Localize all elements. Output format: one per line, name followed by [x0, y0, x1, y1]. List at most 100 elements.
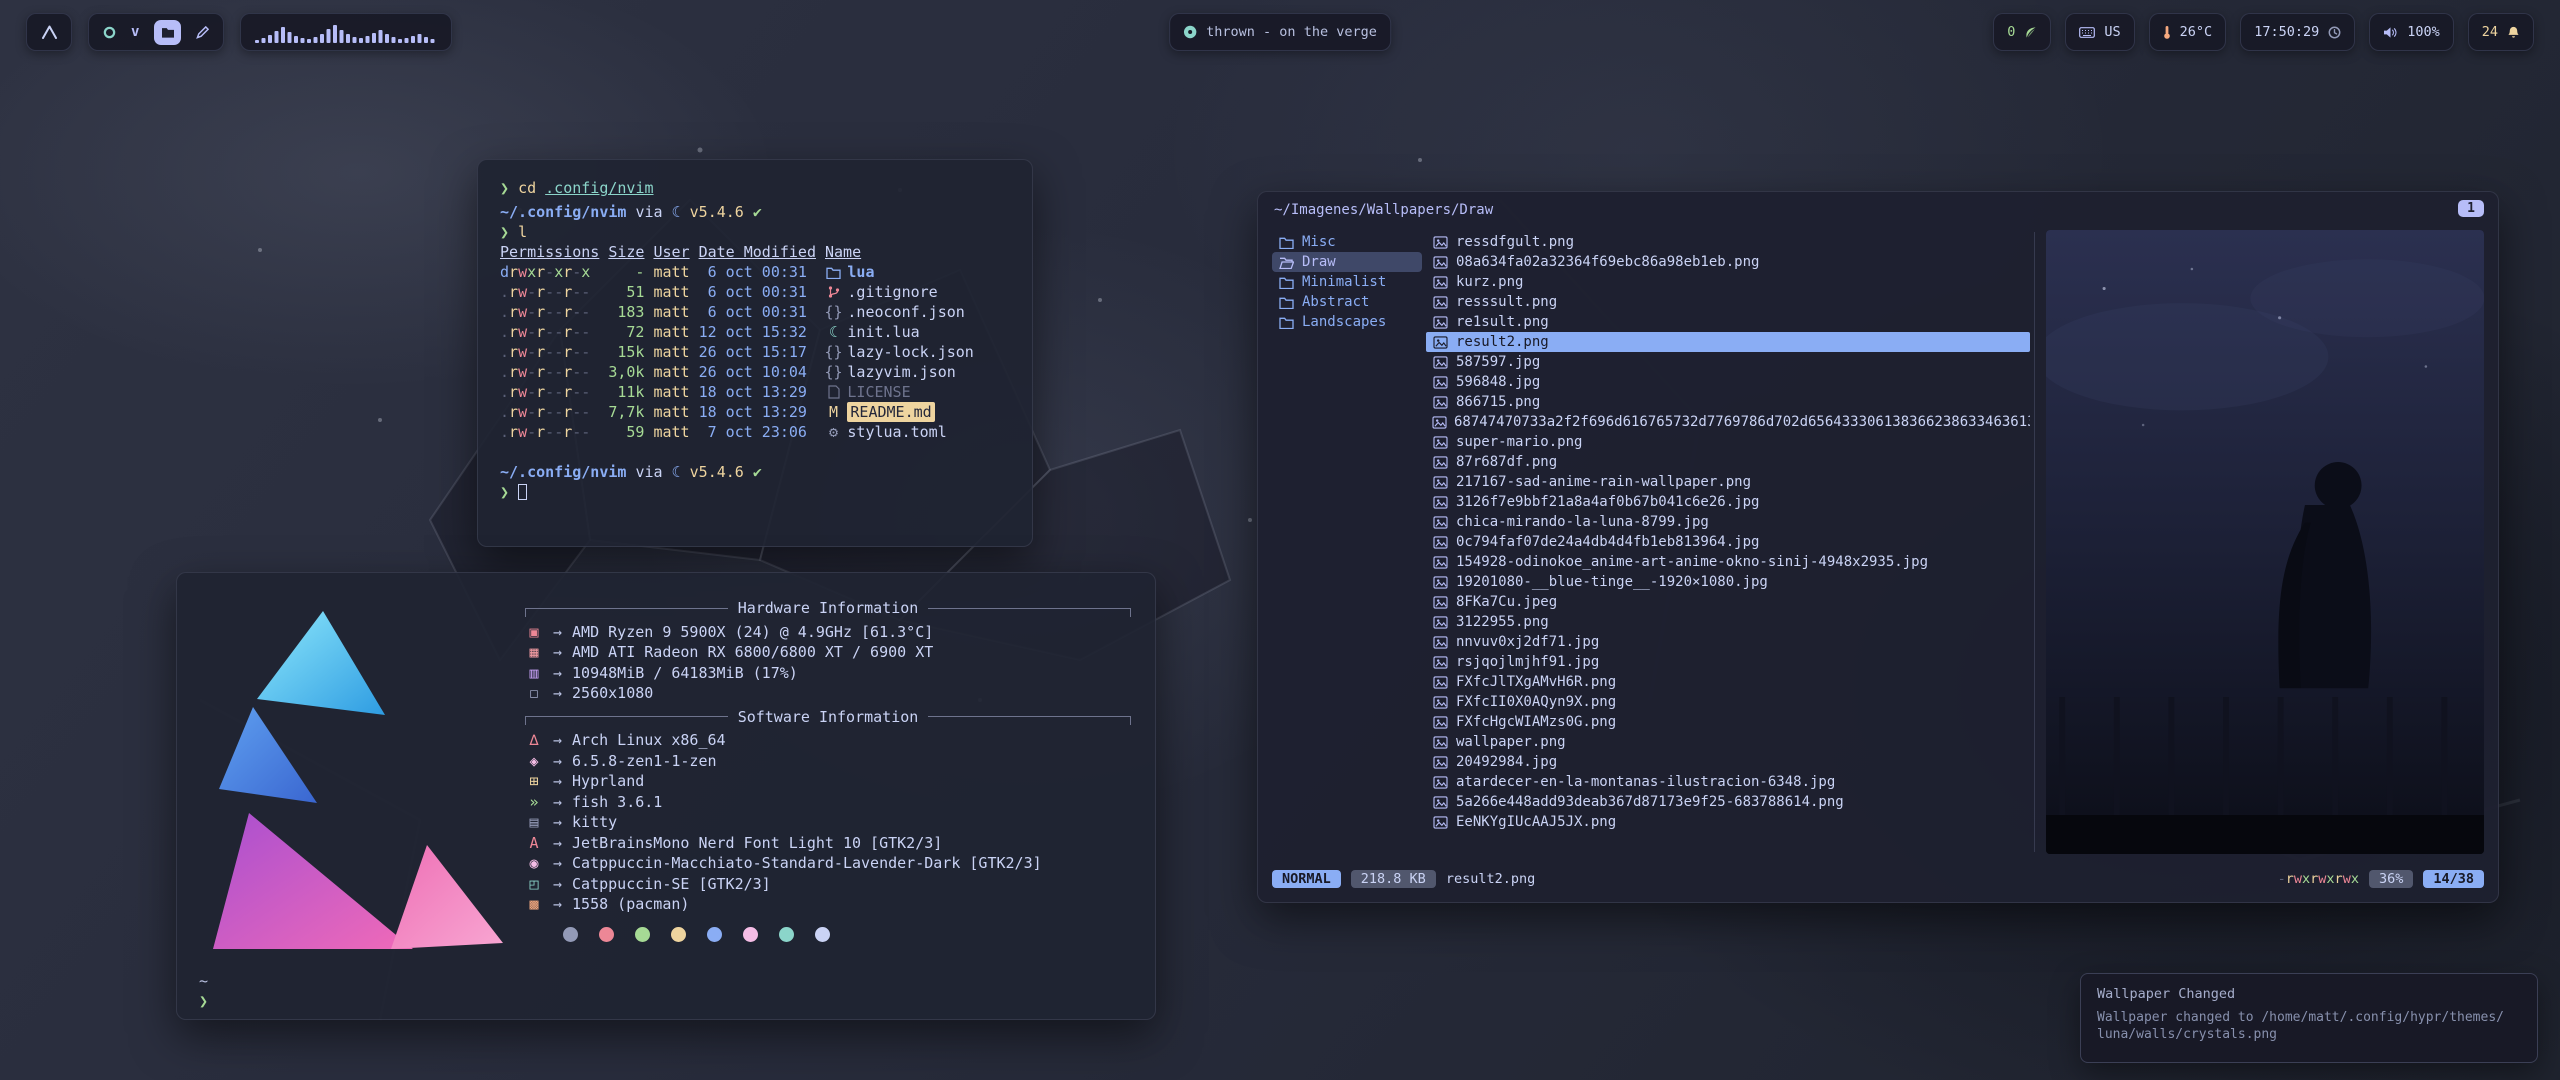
tab-indicator[interactable]: 1: [2458, 200, 2484, 217]
file-item[interactable]: 3122955.png: [1426, 612, 2030, 632]
file-name: re1sult.png: [1456, 314, 1549, 330]
file-item[interactable]: EeNKYgIUcAAJ5JX.png: [1426, 812, 2030, 832]
media-widget[interactable]: thrown - on the verge: [1169, 13, 1391, 51]
file-name: 596848.jpg: [1456, 374, 1540, 390]
file-item[interactable]: 19201080-__blue-tinge__-1920×1080.jpg: [1426, 572, 2030, 592]
shell-prompt: ~ ❯: [199, 971, 208, 1011]
fetch-terminal-window[interactable]: Hardware Information ▣→AMD Ryzen 9 5900X…: [176, 572, 1156, 1020]
notification-popup[interactable]: Wallpaper Changed Wallpaper changed to /…: [2080, 973, 2538, 1063]
palette-dot: [743, 927, 758, 942]
workspace-4[interactable]: [196, 26, 209, 39]
file-name: nnvuv0xj2df71.jpg: [1456, 634, 1599, 650]
via-label: via: [635, 203, 662, 221]
arrow-icon: →: [553, 683, 562, 704]
folder-icon: [825, 266, 842, 279]
image-preview: [2046, 230, 2484, 854]
file-item[interactable]: FXfcII0X0AQyn9X.png: [1426, 692, 2030, 712]
sidebar-folder-minimalist[interactable]: Minimalist: [1272, 272, 1422, 292]
moon-icon: ☾: [825, 322, 842, 342]
gpu-icon: ▦: [525, 642, 543, 663]
file-name: .neoconf.json: [847, 302, 964, 322]
file-item[interactable]: 587597.jpg: [1426, 352, 2030, 372]
image-icon: [1432, 796, 1449, 809]
distro-logo: [205, 607, 505, 952]
file-item[interactable]: resssult.png: [1426, 292, 2030, 312]
hardware-section-title: Hardware Information: [525, 598, 1131, 619]
fetch-line: ∆→Arch Linux x86_64: [525, 730, 1131, 751]
file-item[interactable]: 87r687df.png: [1426, 452, 2030, 472]
palette-dot: [707, 927, 722, 942]
prompt-icon: ❯: [500, 223, 509, 241]
file-item[interactable]: nnvuv0xj2df71.jpg: [1426, 632, 2030, 652]
file-item[interactable]: 20492984.jpg: [1426, 752, 2030, 772]
file-item[interactable]: 154928-odinokoe_anime-art-anime-okno-sin…: [1426, 552, 2030, 572]
file-item[interactable]: 68747470733a2f2f696d616765732d7769786d70…: [1426, 412, 2030, 432]
listing-row: .rw-r--r-- 183matt 6 oct 00:31{}.neoconf…: [500, 302, 1010, 322]
terminal-window[interactable]: ❯ cd .config/nvim ~/.config/nvim via ☾ v…: [477, 159, 1033, 547]
braces-icon: {}: [825, 362, 842, 382]
file-item[interactable]: FXfcHgcWIAMzs0G.png: [1426, 712, 2030, 732]
fetch-value: 10948MiB / 64183MiB (17%): [572, 663, 798, 684]
shell-icon: »: [525, 792, 543, 813]
file-item[interactable]: kurz.png: [1426, 272, 2030, 292]
workspace-3-active[interactable]: [154, 20, 181, 45]
file-item[interactable]: wallpaper.png: [1426, 732, 2030, 752]
clock-widget[interactable]: 17:50:29: [2240, 13, 2355, 51]
arrow-icon: →: [553, 894, 562, 915]
file-item[interactable]: 3126f7e9bbf21a8a4af0b67b041c6e26.jpg: [1426, 492, 2030, 512]
software-section-title: Software Information: [525, 707, 1131, 728]
arrow-icon: →: [553, 622, 562, 643]
fetch-line: ◻→2560x1080: [525, 683, 1131, 704]
file-item[interactable]: 5a266e448add93deab367d87173e9f25-6837886…: [1426, 792, 2030, 812]
file-item[interactable]: atardecer-en-la-montanas-ilustracion-634…: [1426, 772, 2030, 792]
braces-icon: {}: [825, 302, 842, 322]
file-item[interactable]: chica-mirando-la-luna-8799.jpg: [1426, 512, 2030, 532]
file-name: 217167-sad-anime-rain-wallpaper.png: [1456, 474, 1751, 490]
palette-dot: [599, 927, 614, 942]
file-name: FXfcJlTXgAMvH6R.png: [1456, 674, 1616, 690]
notifications-widget[interactable]: 24: [2468, 13, 2534, 51]
cwd-tilde: ~: [199, 971, 208, 991]
memory-icon: ▥: [525, 663, 543, 684]
file-item[interactable]: 08a634fa02a32364f69ebc86a98eb1eb.png: [1426, 252, 2030, 272]
file-item[interactable]: ressdfgult.png: [1426, 232, 2030, 252]
keyboard-layout-widget[interactable]: US: [2065, 13, 2134, 51]
arrow-icon: →: [553, 730, 562, 751]
pencil-icon: [196, 26, 209, 39]
file-item[interactable]: 866715.png: [1426, 392, 2030, 412]
file-item[interactable]: rsjqojlmjhf91.jpg: [1426, 652, 2030, 672]
file-item[interactable]: 596848.jpg: [1426, 372, 2030, 392]
file-name: wallpaper.png: [1456, 734, 1566, 750]
volume-widget[interactable]: 100%: [2369, 13, 2454, 51]
file-item[interactable]: 0c794faf07de24a4db4d4fb1eb813964.jpg: [1426, 532, 2030, 552]
file-item[interactable]: 217167-sad-anime-rain-wallpaper.png: [1426, 472, 2030, 492]
file-item[interactable]: FXfcJlTXgAMvH6R.png: [1426, 672, 2030, 692]
file-manager-window[interactable]: ~/Imagenes/Wallpapers/Draw 1 MiscDrawMin…: [1257, 191, 2499, 903]
palette-dot: [563, 927, 578, 942]
file-name: EeNKYgIUcAAJ5JX.png: [1456, 814, 1616, 830]
file-item[interactable]: super-mario.png: [1426, 432, 2030, 452]
system-status-widget[interactable]: 0: [1993, 13, 2051, 51]
file-name: 87r687df.png: [1456, 454, 1557, 470]
file-item[interactable]: re1sult.png: [1426, 312, 2030, 332]
notification-body: Wallpaper changed to /home/matt/.config/…: [2097, 1009, 2521, 1043]
sidebar-folder-draw[interactable]: Draw: [1272, 252, 1422, 272]
file-name: lazyvim.json: [847, 362, 955, 382]
image-icon: [1432, 296, 1449, 309]
folder-icon: [161, 26, 175, 38]
volume-value: 100%: [2407, 24, 2440, 40]
file-list: ressdfgult.png08a634fa02a32364f69ebc86a9…: [1426, 232, 2030, 852]
fetch-value: 2560x1080: [572, 683, 653, 704]
file-name: 866715.png: [1456, 394, 1540, 410]
launcher-button[interactable]: [26, 13, 72, 51]
position-badge: 14/38: [2423, 870, 2484, 888]
workspace-1[interactable]: [103, 26, 116, 39]
sidebar-folder-misc[interactable]: Misc: [1272, 232, 1422, 252]
image-icon: [1432, 256, 1449, 269]
image-icon: [1432, 396, 1449, 409]
sidebar-folder-landscapes[interactable]: Landscapes: [1272, 312, 1422, 332]
sidebar-folder-abstract[interactable]: Abstract: [1272, 292, 1422, 312]
workspace-2[interactable]: v: [131, 24, 139, 40]
file-item[interactable]: 8FKa7Cu.jpeg: [1426, 592, 2030, 612]
file-item[interactable]: result2.png: [1426, 332, 2030, 352]
